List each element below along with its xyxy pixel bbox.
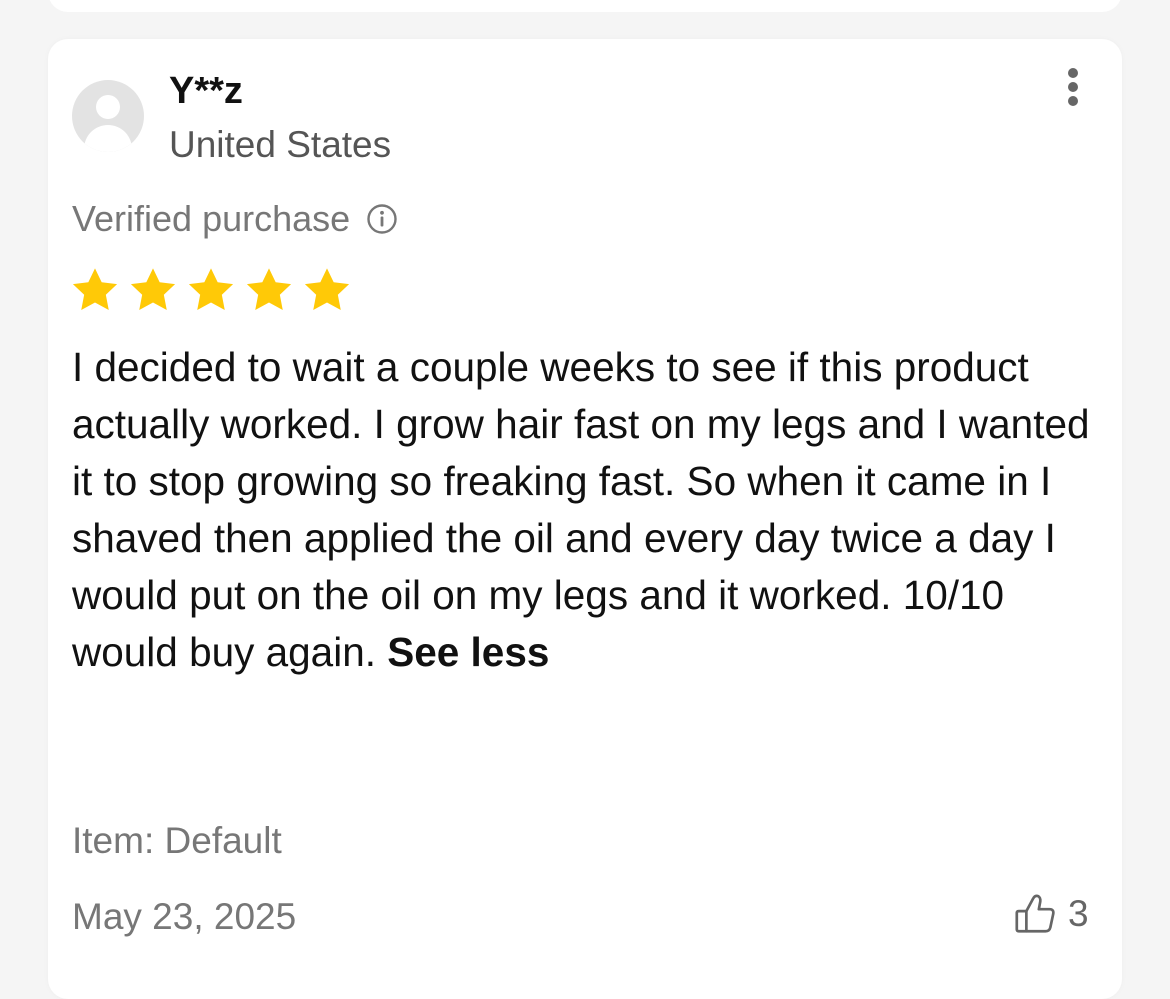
review-text: I decided to wait a couple weeks to see … (72, 339, 1112, 681)
previous-review-card (48, 0, 1122, 12)
star-icon (188, 268, 234, 310)
star-icon (246, 268, 292, 310)
more-options-button[interactable] (1058, 65, 1088, 109)
more-vertical-icon (1068, 68, 1078, 78)
review-body: I decided to wait a couple weeks to see … (72, 344, 1090, 675)
review-card: Y**z United States Verified purchase I d… (48, 39, 1122, 999)
star-rating (70, 265, 360, 315)
reviewer-name: Y**z (169, 70, 243, 112)
info-icon[interactable] (366, 203, 398, 235)
star-icon (304, 268, 350, 310)
avatar-head (96, 95, 120, 119)
verified-purchase-label: Verified purchase (72, 198, 351, 239)
thumbs-up-icon (1015, 894, 1055, 933)
star-icon (72, 268, 118, 310)
item-variant: Item: Default (72, 820, 282, 861)
reviewer-country: United States (169, 124, 392, 165)
avatar (72, 80, 144, 152)
review-date: May 23, 2025 (72, 896, 297, 937)
avatar-body (84, 125, 132, 152)
more-vertical-icon-dot (1068, 82, 1078, 92)
more-vertical-icon-dot (1068, 96, 1078, 106)
verified-purchase-badge: Verified purchase (72, 197, 398, 241)
see-less-link[interactable]: See less (387, 629, 549, 675)
helpful-count: 3 (1068, 893, 1089, 934)
helpful-button[interactable]: 3 (1012, 891, 1089, 937)
star-icon (130, 268, 176, 310)
